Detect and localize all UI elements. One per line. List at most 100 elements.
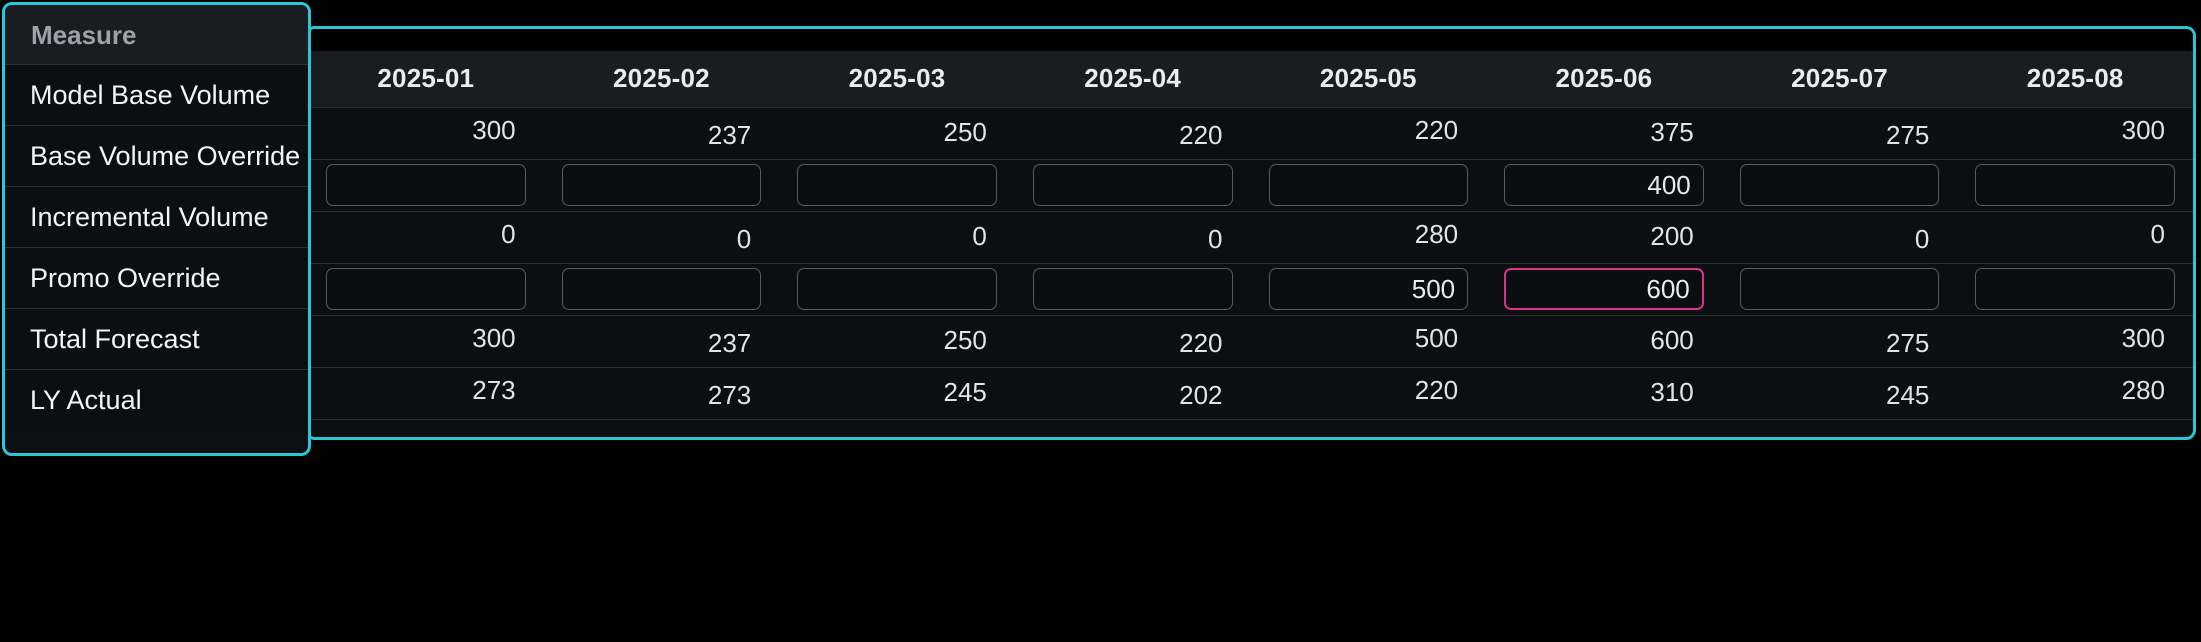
cell-base-volume-override-2025-05[interactable] <box>1250 159 1487 212</box>
column-header-2025-05[interactable]: 2025-05 <box>1250 51 1487 108</box>
cell-value: 300 <box>2121 322 2165 353</box>
cell-promo-override-2025-06[interactable] <box>1486 263 1722 316</box>
override-input-2025-02[interactable] <box>561 164 762 206</box>
cell-base-volume-override-2025-06[interactable] <box>1486 159 1722 212</box>
override-input-2025-01[interactable] <box>326 268 526 310</box>
column-header-2025-03[interactable]: 2025-03 <box>779 51 1015 108</box>
cell-base-volume-override-2025-07[interactable] <box>1721 159 1958 212</box>
cell-ly-actual-2025-05: 220 <box>1250 367 1487 420</box>
override-input-2025-03[interactable] <box>797 268 997 310</box>
cell-value: 0 <box>736 223 752 254</box>
cell-promo-override-2025-08[interactable] <box>1957 263 2193 316</box>
cell-value: 0 <box>1208 223 1223 254</box>
cell-ly-actual-2025-01: 273 <box>308 367 544 420</box>
cell-total-forecast-2025-06: 600 <box>1486 315 1722 368</box>
cell-value: 202 <box>1179 379 1223 410</box>
cell-model-base-volume-2025-06: 375 <box>1486 107 1722 160</box>
cell-value: 237 <box>707 119 752 150</box>
cell-model-base-volume-2025-02: 237 <box>543 107 780 160</box>
forecast-table: 2025-01 2025-02 2025-03 2025-04 2025-05 2025-… <box>308 51 2193 420</box>
cell-value: 0 <box>972 220 987 251</box>
column-header-2025-06[interactable]: 2025-06 <box>1486 51 1722 108</box>
column-header-2025-07[interactable]: 2025-07 <box>1721 51 1958 108</box>
header-row: 2025-01 2025-02 2025-03 2025-04 2025-05 2025-… <box>308 51 2193 108</box>
table-row: 300 237 250 220 220 375 275 300 <box>308 107 2193 160</box>
override-input-2025-06[interactable] <box>1504 164 1704 206</box>
cell-ly-actual-2025-02: 273 <box>543 367 780 420</box>
cell-promo-override-2025-02[interactable] <box>543 263 780 316</box>
cell-total-forecast-2025-05: 500 <box>1250 315 1487 368</box>
cell-value: 275 <box>1885 327 1930 358</box>
cell-value: 220 <box>1179 119 1223 150</box>
column-header-2025-02[interactable]: 2025-02 <box>543 51 780 108</box>
screen: 2025-01 2025-02 2025-03 2025-04 2025-05 2025-… <box>0 0 2201 642</box>
cell-incremental-volume-2025-08: 0 <box>1957 211 2193 264</box>
cell-ly-actual-2025-06: 310 <box>1486 367 1722 420</box>
cell-ly-actual-2025-03: 245 <box>779 367 1015 420</box>
override-input-2025-04[interactable] <box>1032 164 1233 206</box>
cell-value: 300 <box>472 114 516 145</box>
cell-value: 280 <box>1414 218 1459 249</box>
cell-value: 600 <box>1650 324 1694 355</box>
measure-item-promo-override[interactable]: Promo Override <box>5 248 308 309</box>
cell-value: 275 <box>1885 119 1930 150</box>
cell-value: 250 <box>943 324 987 355</box>
measure-panel: Measure Model Base Volume Base Volume Ove… <box>2 2 311 456</box>
cell-base-volume-override-2025-03[interactable] <box>779 159 1015 212</box>
override-input-2025-07[interactable] <box>1739 164 1940 206</box>
override-input-2025-01[interactable] <box>326 164 526 206</box>
override-input-2025-02[interactable] <box>561 268 762 310</box>
cell-incremental-volume-2025-04: 0 <box>1014 211 1251 264</box>
cell-value: 245 <box>943 376 987 407</box>
table-row: 0 0 0 0 280 200 0 0 <box>308 211 2193 264</box>
cell-model-base-volume-2025-01: 300 <box>308 107 544 160</box>
measure-item-total-forecast[interactable]: Total Forecast <box>5 309 308 370</box>
override-input-2025-05[interactable] <box>1268 164 1469 206</box>
measure-item-base-volume-override[interactable]: Base Volume Override <box>5 126 308 187</box>
cell-base-volume-override-2025-02[interactable] <box>543 159 780 212</box>
cell-value: 500 <box>1414 322 1459 353</box>
cell-model-base-volume-2025-05: 220 <box>1250 107 1487 160</box>
cell-value: 273 <box>472 374 516 405</box>
column-header-2025-08[interactable]: 2025-08 <box>1957 51 2193 108</box>
measure-item-model-base-volume[interactable]: Model Base Volume <box>5 65 308 126</box>
cell-value: 0 <box>2150 218 2165 249</box>
cell-value: 220 <box>1414 374 1459 405</box>
cell-total-forecast-2025-03: 250 <box>779 315 1015 368</box>
override-input-2025-07[interactable] <box>1739 268 1940 310</box>
cell-base-volume-override-2025-08[interactable] <box>1957 159 2193 212</box>
forecast-grid: 2025-01 2025-02 2025-03 2025-04 2025-05 2025-… <box>308 29 2193 437</box>
cell-incremental-volume-2025-07: 0 <box>1721 211 1958 264</box>
cell-value: 0 <box>1914 223 1930 254</box>
cell-model-base-volume-2025-04: 220 <box>1014 107 1251 160</box>
cell-promo-override-2025-05[interactable] <box>1250 263 1487 316</box>
cell-value: 310 <box>1650 376 1694 407</box>
cell-promo-override-2025-04[interactable] <box>1014 263 1251 316</box>
cell-model-base-volume-2025-07: 275 <box>1721 107 1958 160</box>
cell-value: 220 <box>1414 114 1459 145</box>
cell-promo-override-2025-03[interactable] <box>779 263 1015 316</box>
override-input-2025-03[interactable] <box>797 164 997 206</box>
cell-promo-override-2025-07[interactable] <box>1721 263 1958 316</box>
override-input-2025-08[interactable] <box>1975 164 2175 206</box>
column-header-2025-01[interactable]: 2025-01 <box>308 51 544 108</box>
column-header-2025-04[interactable]: 2025-04 <box>1014 51 1251 108</box>
override-input-2025-06[interactable] <box>1504 268 1704 310</box>
cell-total-forecast-2025-02: 237 <box>543 315 780 368</box>
cell-incremental-volume-2025-01: 0 <box>308 211 544 264</box>
measure-item-ly-actual[interactable]: LY Actual <box>5 370 308 431</box>
table-row <box>308 159 2193 212</box>
override-input-2025-08[interactable] <box>1975 268 2175 310</box>
cell-model-base-volume-2025-03: 250 <box>779 107 1015 160</box>
cell-base-volume-override-2025-04[interactable] <box>1014 159 1251 212</box>
override-input-2025-04[interactable] <box>1032 268 1233 310</box>
measure-item-incremental-volume[interactable]: Incremental Volume <box>5 187 308 248</box>
cell-base-volume-override-2025-01[interactable] <box>308 159 544 212</box>
cell-ly-actual-2025-04: 202 <box>1014 367 1251 420</box>
cell-value: 300 <box>472 322 516 353</box>
forecast-grid-panel: 2025-01 2025-02 2025-03 2025-04 2025-05 2025-… <box>305 26 2196 440</box>
cell-promo-override-2025-01[interactable] <box>308 263 544 316</box>
cell-incremental-volume-2025-05: 280 <box>1250 211 1487 264</box>
cell-value: 250 <box>943 116 987 147</box>
override-input-2025-05[interactable] <box>1268 268 1469 310</box>
